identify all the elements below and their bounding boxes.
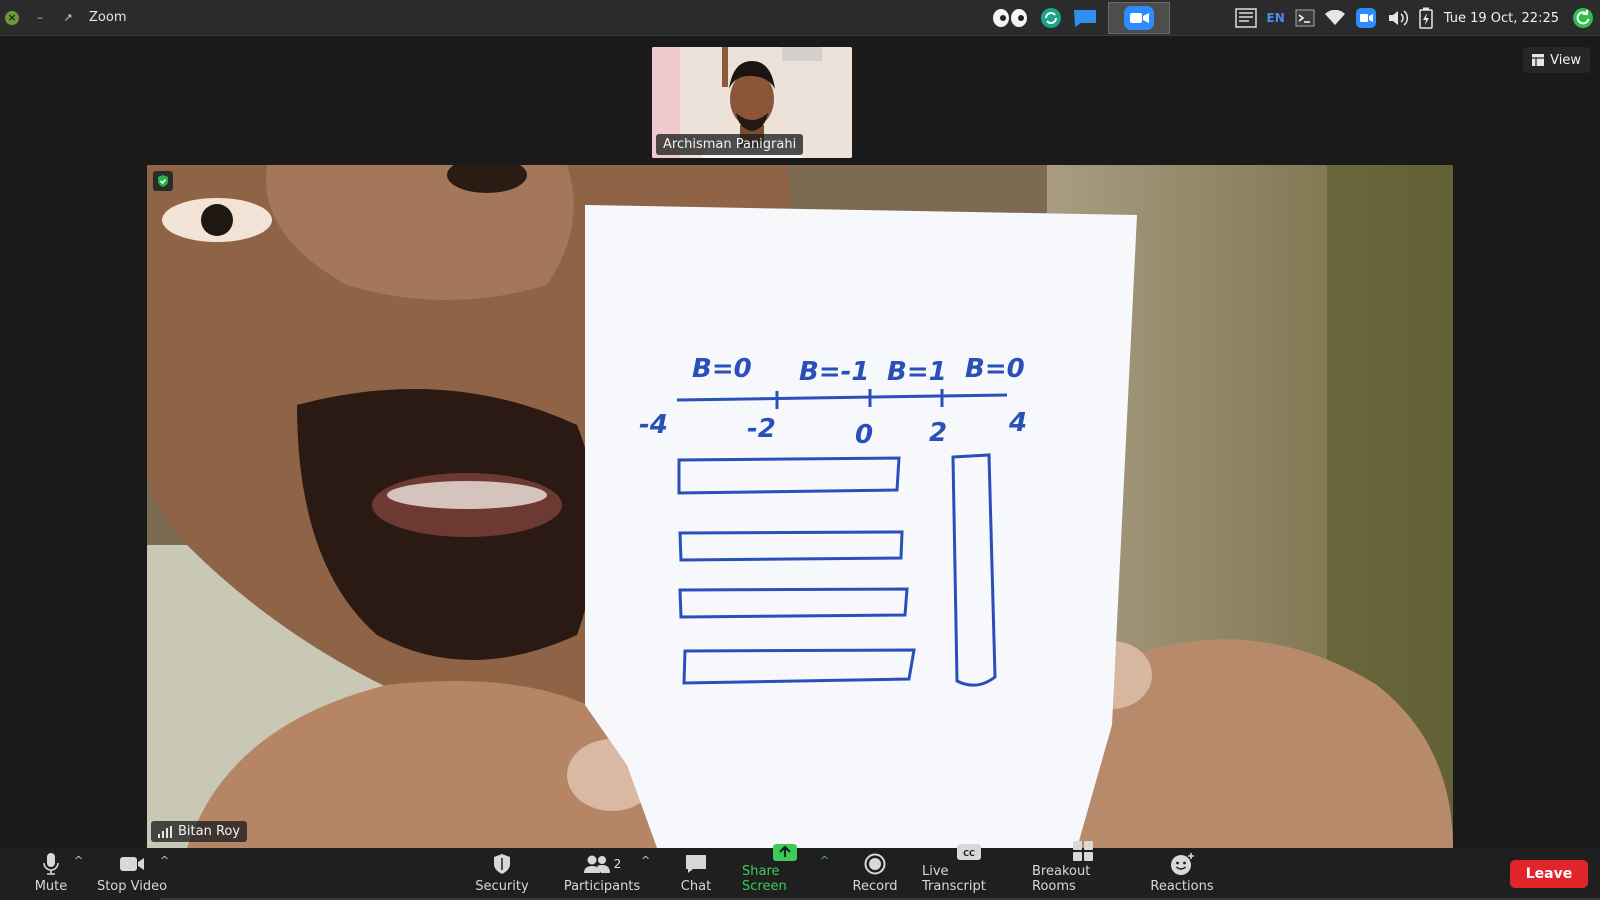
stop-video-label: Stop Video	[96, 879, 168, 894]
chat-icon	[684, 851, 708, 877]
system-clock[interactable]: Tue 19 Oct, 22:25	[1444, 11, 1559, 26]
view-button[interactable]: View	[1523, 47, 1590, 73]
paper-tick-neg4: -4	[639, 410, 668, 440]
paper-tick-2: 2	[929, 418, 947, 448]
chat-label: Chat	[680, 879, 712, 894]
speaker-video-frame: B=0 B=-1 B=1 B=0 -4 -2 0 2 4	[147, 165, 1453, 848]
participants-options-caret-icon[interactable]: ^	[641, 854, 650, 867]
video-options-caret-icon[interactable]: ^	[160, 854, 169, 867]
microphone-icon	[42, 851, 60, 877]
active-speaker-video[interactable]: B=0 B=-1 B=1 B=0 -4 -2 0 2 4 Bitan Roy	[147, 165, 1453, 848]
paper-label-b-neg1: B=-1	[799, 357, 869, 387]
security-label: Security	[475, 879, 529, 894]
share-screen-icon	[772, 842, 798, 862]
breakout-rooms-label: Breakout Rooms	[1032, 864, 1091, 894]
shield-icon	[492, 851, 512, 877]
mute-button[interactable]: Mute	[28, 848, 74, 900]
share-options-caret-icon[interactable]: ^	[820, 854, 829, 867]
participant-thumbnail[interactable]: Archisman Panigrahi	[652, 47, 852, 158]
breakout-rooms-button[interactable]: Breakout Rooms	[1032, 841, 1134, 900]
meeting-toolbar: Mute ^ Stop Video ^ Security 2 Participa…	[0, 841, 1600, 900]
paper-tick-neg2: -2	[747, 414, 776, 444]
zoom-tray-icon[interactable]	[1355, 0, 1377, 36]
chat-bubble-icon[interactable]	[1072, 0, 1098, 36]
closed-captions-icon: CC	[956, 842, 982, 862]
participants-count: 2	[613, 857, 622, 871]
leave-meeting-button[interactable]: Leave	[1510, 860, 1588, 888]
paper-tick-4: 4	[1008, 408, 1027, 438]
record-label: Record	[852, 879, 898, 894]
system-top-bar: × – ↗ Zoom EN Tue 19 Oct, 22:25	[0, 0, 1600, 36]
speaker-name-tag: Bitan Roy	[151, 821, 248, 842]
system-tray: EN Tue 19 Oct, 22:25	[987, 0, 1600, 36]
terminal-icon[interactable]	[1295, 0, 1315, 36]
record-button[interactable]: Record	[850, 848, 900, 900]
restore-window-button[interactable]: ↗	[61, 11, 75, 25]
paper-label-b0-right: B=0	[965, 354, 1025, 384]
audio-options-caret-icon[interactable]: ^	[74, 854, 83, 867]
smiley-icon	[1169, 851, 1195, 877]
paper-tick-0: 0	[855, 420, 873, 450]
minimize-window-button[interactable]: –	[33, 11, 47, 25]
paper-label-b0-left: B=0	[692, 354, 752, 384]
window-title: Zoom	[89, 10, 127, 25]
reactions-button[interactable]: Reactions	[1150, 848, 1214, 900]
notes-icon[interactable]	[1234, 0, 1257, 36]
signal-strength-icon	[158, 825, 172, 838]
share-screen-button[interactable]: Share Screen	[742, 844, 828, 900]
breakout-rooms-icon	[1072, 840, 1094, 862]
record-icon	[864, 851, 886, 877]
svg-text:CC: CC	[963, 849, 975, 858]
video-camera-icon	[119, 851, 145, 877]
close-window-button[interactable]: ×	[5, 10, 19, 25]
window-controls: × – ↗	[0, 10, 75, 25]
volume-icon[interactable]	[1387, 0, 1409, 36]
chat-button[interactable]: Chat	[674, 848, 718, 900]
mute-label: Mute	[34, 879, 68, 894]
stop-video-button[interactable]: Stop Video	[96, 848, 168, 900]
participants-label: Participants	[563, 879, 641, 894]
battery-charging-icon[interactable]	[1419, 0, 1433, 36]
reactions-label: Reactions	[1150, 879, 1214, 894]
wifi-icon[interactable]	[1324, 0, 1345, 36]
encryption-shield-icon[interactable]	[153, 171, 173, 191]
participants-icon: 2	[583, 851, 622, 877]
live-transcript-button[interactable]: CC Live Transcript	[922, 844, 1016, 900]
participant-name: Archisman Panigrahi	[663, 137, 797, 152]
speaker-name: Bitan Roy	[178, 824, 241, 839]
view-button-label: View	[1550, 52, 1581, 68]
eyes-icon[interactable]	[992, 0, 1030, 36]
grid-view-icon	[1532, 54, 1545, 66]
share-screen-label: Share Screen	[742, 864, 787, 894]
zoom-app-icon[interactable]	[1107, 2, 1170, 34]
live-transcript-label: Live Transcript	[922, 864, 986, 894]
participant-name-tag: Archisman Panigrahi	[656, 134, 804, 155]
participants-button[interactable]: 2 Participants	[562, 848, 642, 900]
security-button[interactable]: Security	[472, 848, 532, 900]
keyboard-language[interactable]: EN	[1267, 0, 1285, 36]
sync-icon[interactable]	[1040, 0, 1062, 36]
paper-label-b1: B=1	[887, 357, 947, 387]
update-icon[interactable]	[1572, 0, 1594, 36]
